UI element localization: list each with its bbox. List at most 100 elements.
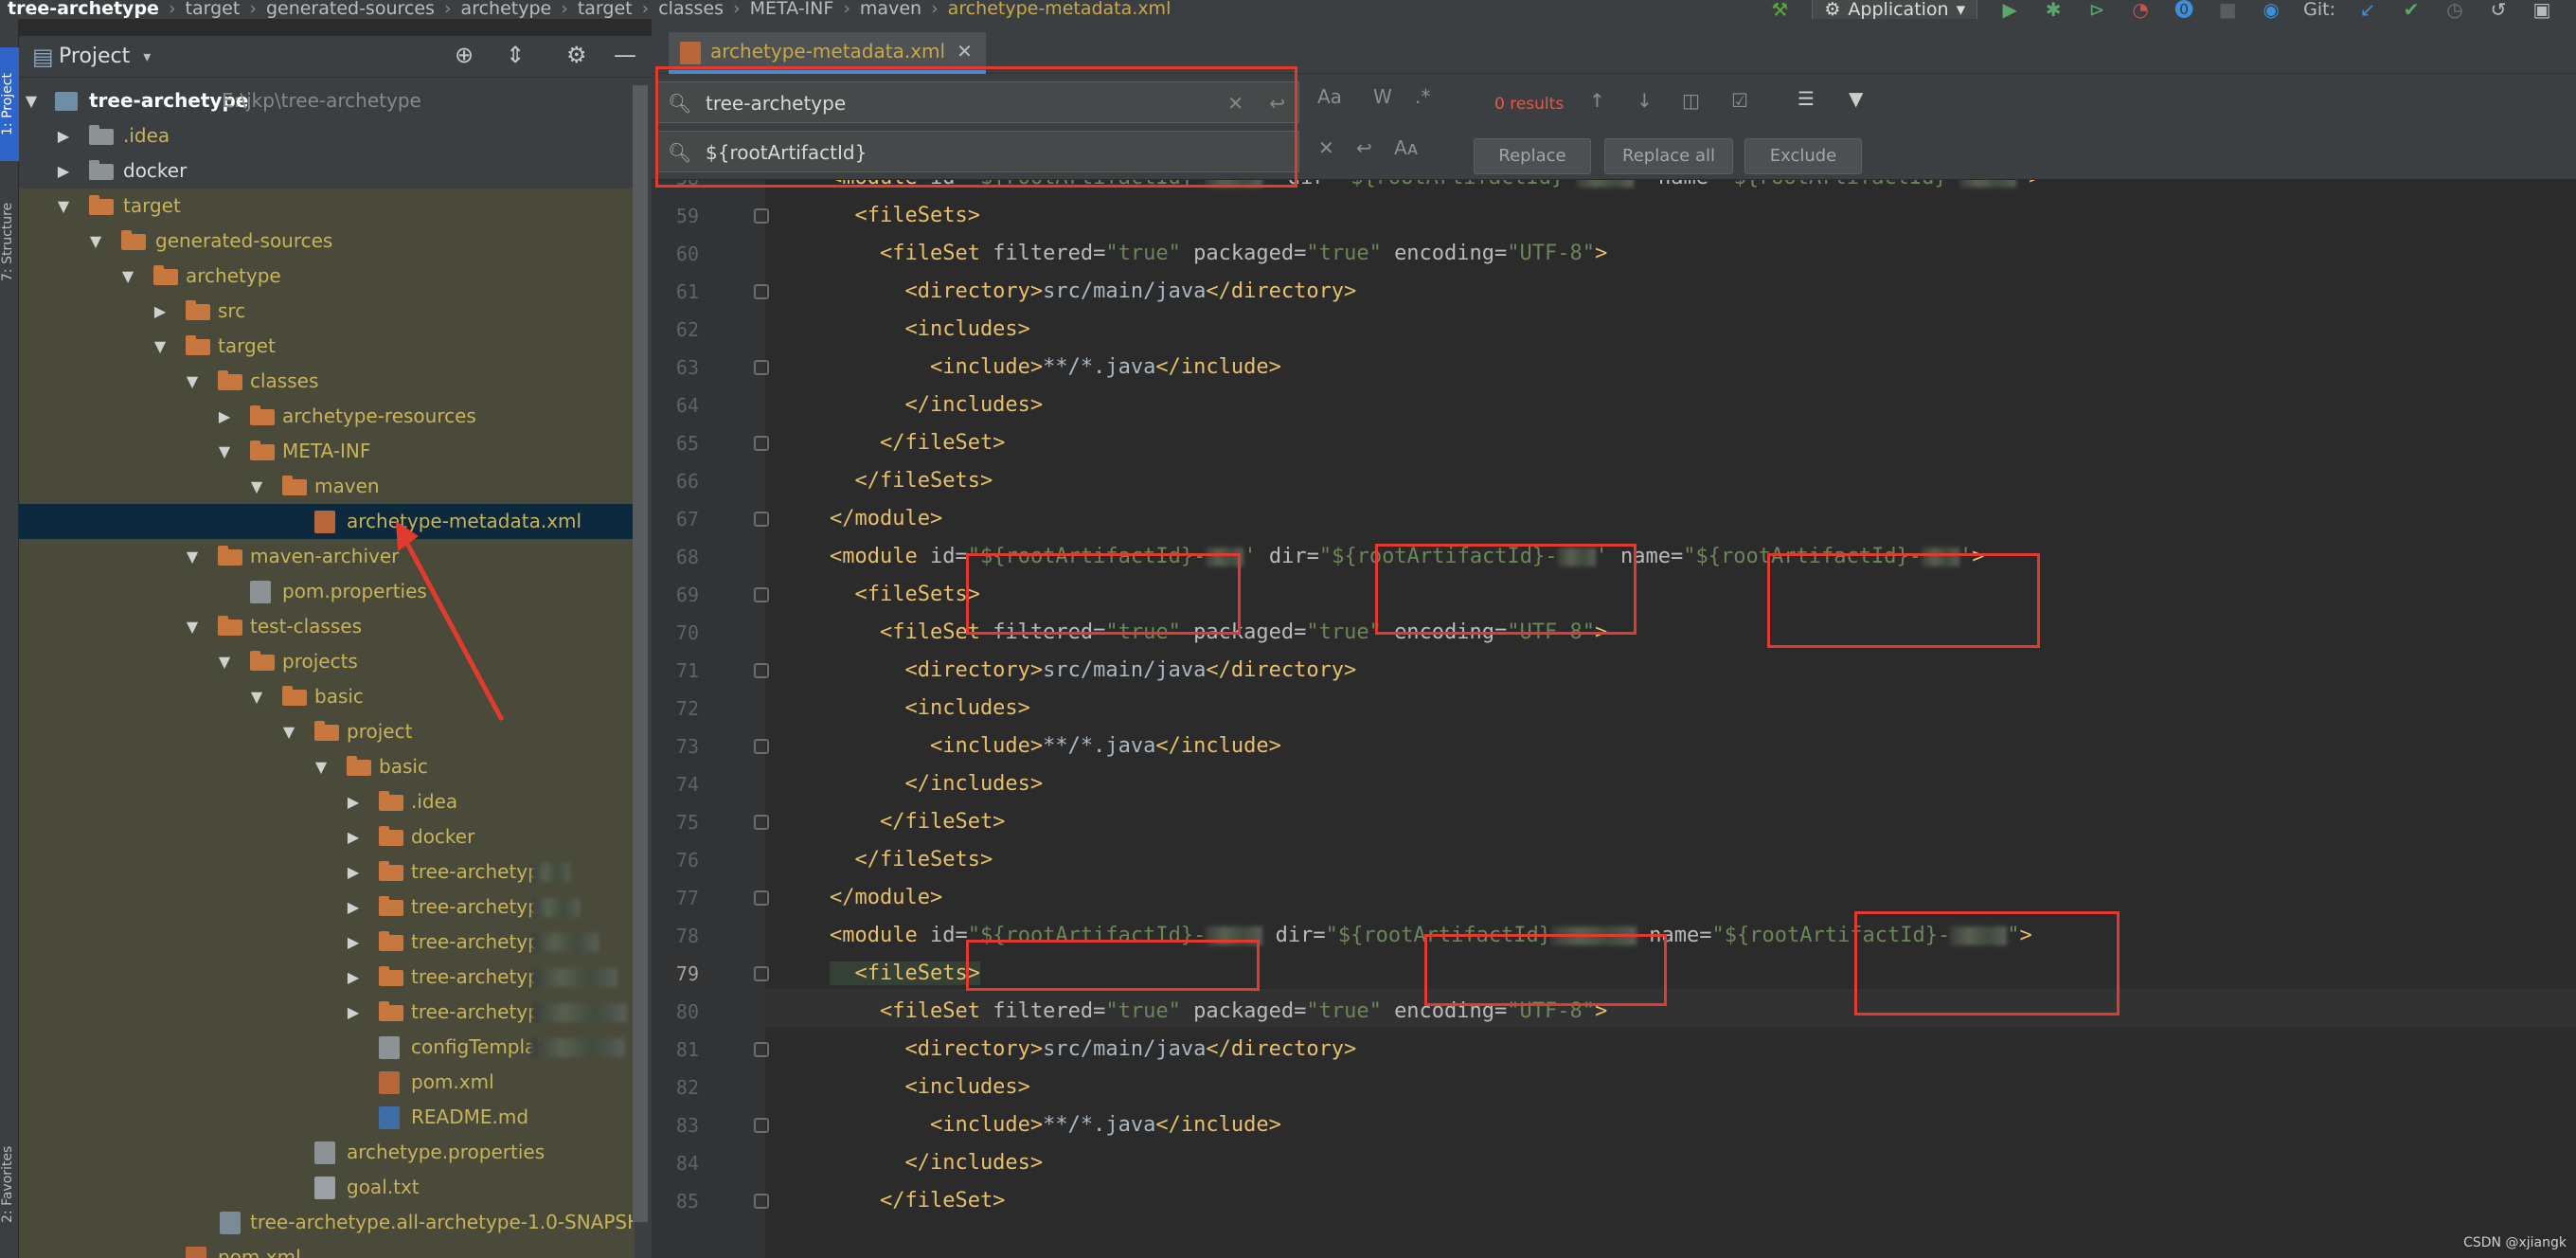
build-hammer-icon[interactable]: ⚒ (1768, 0, 1791, 19)
tool-tab-structure[interactable]: 7: Structure (0, 180, 19, 303)
run-configuration-select[interactable]: ⚙ Application ▾ (1812, 0, 1978, 19)
tree-item-file[interactable]: archetype.properties (19, 1135, 635, 1170)
fold-marker-icon[interactable] (754, 966, 769, 981)
tree-item-selected-file[interactable]: archetype-metadata.xml (19, 504, 635, 539)
chevron-down-icon[interactable]: ▼ (248, 469, 265, 504)
rollback-icon[interactable]: ↺ (2487, 0, 2510, 19)
chevron-down-icon[interactable]: ▼ (119, 259, 136, 294)
chevron-down-icon[interactable]: ▾ (143, 47, 151, 65)
chevron-down-icon[interactable]: ▼ (216, 434, 233, 469)
tree-item-folder[interactable]: ▼ basic (19, 749, 635, 784)
fold-marker-icon[interactable] (754, 663, 769, 678)
preserve-case-icon[interactable]: Aᴀ (1394, 136, 1419, 159)
project-scrollbar[interactable] (633, 85, 648, 1222)
tree-item-folder[interactable]: ▶ tree-archetype (19, 925, 635, 960)
match-case-toggle[interactable]: Aa (1317, 85, 1342, 108)
tree-item-file[interactable]: configTemplate (19, 1030, 635, 1065)
tool-tab-project[interactable]: 1: Project (0, 47, 19, 161)
fold-marker-icon[interactable] (754, 284, 769, 299)
tree-item-folder[interactable]: ▼ project (19, 714, 635, 749)
tree-item-folder[interactable]: ▼ META-INF (19, 434, 635, 469)
chevron-right-icon[interactable]: ▶ (345, 925, 362, 960)
fold-marker-icon[interactable] (754, 739, 769, 754)
layout-icon[interactable]: ▣ (2531, 0, 2553, 19)
profile-icon[interactable]: ◔ (2129, 0, 2152, 19)
locate-file-icon[interactable]: ⊕ (455, 42, 474, 68)
close-icon[interactable]: ✕ (957, 40, 973, 63)
chevron-down-icon[interactable]: ▼ (280, 714, 297, 749)
tree-item-file[interactable]: pom.properties (19, 574, 635, 609)
chevron-down-icon[interactable]: ▼ (184, 609, 201, 644)
git-commit-icon[interactable]: ✔ (2400, 0, 2423, 19)
tree-item-folder[interactable]: ▼ archetype (19, 259, 635, 294)
breadcrumb-item[interactable]: archetype (461, 0, 558, 18)
clear-icon[interactable]: ✕ (1318, 136, 1334, 159)
tree-item-file[interactable]: pom.xml (19, 1065, 635, 1100)
coverage-icon[interactable]: ⊳ (2085, 0, 2108, 19)
breadcrumb-item[interactable]: tree-archetype (8, 0, 165, 18)
chevron-right-icon[interactable]: ▶ (152, 294, 169, 329)
filter-icon[interactable]: ▼ (1849, 87, 1863, 110)
tree-item-folder[interactable]: ▶ docker (19, 153, 635, 189)
chevron-right-icon[interactable]: ▶ (55, 118, 72, 153)
in-selection-icon[interactable]: ☑ (1731, 89, 1748, 112)
fold-marker-icon[interactable] (754, 815, 769, 830)
tree-item-file[interactable]: README.md (19, 1100, 635, 1135)
tree-item-folder[interactable]: ▶ docker (19, 819, 635, 854)
replace-button[interactable]: Replace (1474, 138, 1591, 174)
arrow-down-icon[interactable]: ↓ (1637, 89, 1653, 112)
chevron-right-icon[interactable]: ▶ (345, 890, 362, 925)
chevron-right-icon[interactable]: ▶ (345, 854, 362, 890)
fold-marker-icon[interactable] (754, 208, 769, 224)
breadcrumb-item[interactable]: META-INF (750, 0, 840, 18)
fold-marker-icon[interactable] (754, 1042, 769, 1057)
breadcrumb-item[interactable]: maven (860, 0, 927, 18)
tree-item-folder[interactable]: ▶ tree-archetype (19, 854, 635, 890)
tree-item-file[interactable]: tree-archetype.all-archetype-1.0-SNAPSHO… (19, 1205, 635, 1240)
chevron-down-icon[interactable]: ▼ (248, 679, 265, 714)
help-icon[interactable]: ⓿ (2173, 0, 2195, 19)
search-everywhere-icon[interactable]: ◉ (2260, 0, 2282, 19)
tree-item-folder[interactable]: ▼ basic (19, 679, 635, 714)
tool-tab-favorites[interactable]: 2: Favorites (0, 1118, 19, 1250)
tree-item-folder[interactable]: ▶ tree-archetype (19, 960, 635, 995)
gear-icon[interactable]: ⚙ (566, 42, 587, 68)
tree-item-folder[interactable]: ▼ maven-archiver (19, 539, 635, 574)
chevron-right-icon[interactable]: ▶ (345, 819, 362, 854)
exclude-button[interactable]: Exclude (1744, 138, 1862, 174)
chevron-down-icon[interactable]: ▼ (87, 224, 104, 259)
regex-toggle[interactable]: .* (1415, 85, 1430, 108)
chevron-right-icon[interactable]: ▶ (345, 995, 362, 1030)
chevron-right-icon[interactable]: ▶ (55, 153, 72, 189)
breadcrumb-item[interactable]: target (186, 0, 246, 18)
fold-marker-icon[interactable] (754, 890, 769, 906)
tree-item-folder[interactable]: ▶ .idea (19, 784, 635, 819)
tree-item-folder[interactable]: ▼ classes (19, 364, 635, 399)
chevron-down-icon[interactable]: ▼ (55, 189, 72, 224)
chevron-right-icon[interactable]: ▶ (216, 399, 233, 434)
stop-icon[interactable]: ■ (2216, 0, 2239, 19)
tree-item-folder[interactable]: ▼ maven (19, 469, 635, 504)
chevron-down-icon[interactable]: ▼ (152, 329, 169, 364)
fold-marker-icon[interactable] (754, 360, 769, 375)
tree-item-folder[interactable]: ▶ tree-archetype (19, 890, 635, 925)
chevron-down-icon[interactable]: ▼ (313, 749, 330, 784)
tree-item-folder[interactable]: ▼ test-classes (19, 609, 635, 644)
git-update-icon[interactable]: ↙ (2356, 0, 2379, 19)
words-toggle[interactable]: W (1373, 85, 1392, 108)
newline-icon[interactable]: ↩ (1356, 136, 1372, 159)
tree-item-folder[interactable]: ▶ src (19, 294, 635, 329)
chevron-right-icon[interactable]: ▶ (345, 960, 362, 995)
tree-item-folder[interactable]: ▼ target (19, 329, 635, 364)
breadcrumb-item[interactable]: classes (658, 0, 729, 18)
tree-item-folder[interactable]: ▼ generated-sources (19, 224, 635, 259)
tree-item-root[interactable]: ▼ tree-archetype E:\jkp\tree-archetype (19, 83, 635, 118)
fold-marker-icon[interactable] (754, 1194, 769, 1209)
select-all-occurrences-icon[interactable]: ◫ (1682, 89, 1700, 112)
tree-item-file[interactable]: goal.txt (19, 1170, 635, 1205)
breadcrumb-item-current-file[interactable]: archetype-metadata.xml (948, 0, 1177, 18)
fold-marker-icon[interactable] (754, 587, 769, 602)
replace-all-button[interactable]: Replace all (1604, 138, 1733, 174)
arrow-up-icon[interactable]: ↑ (1589, 89, 1605, 112)
minimize-icon[interactable]: — (614, 42, 636, 68)
